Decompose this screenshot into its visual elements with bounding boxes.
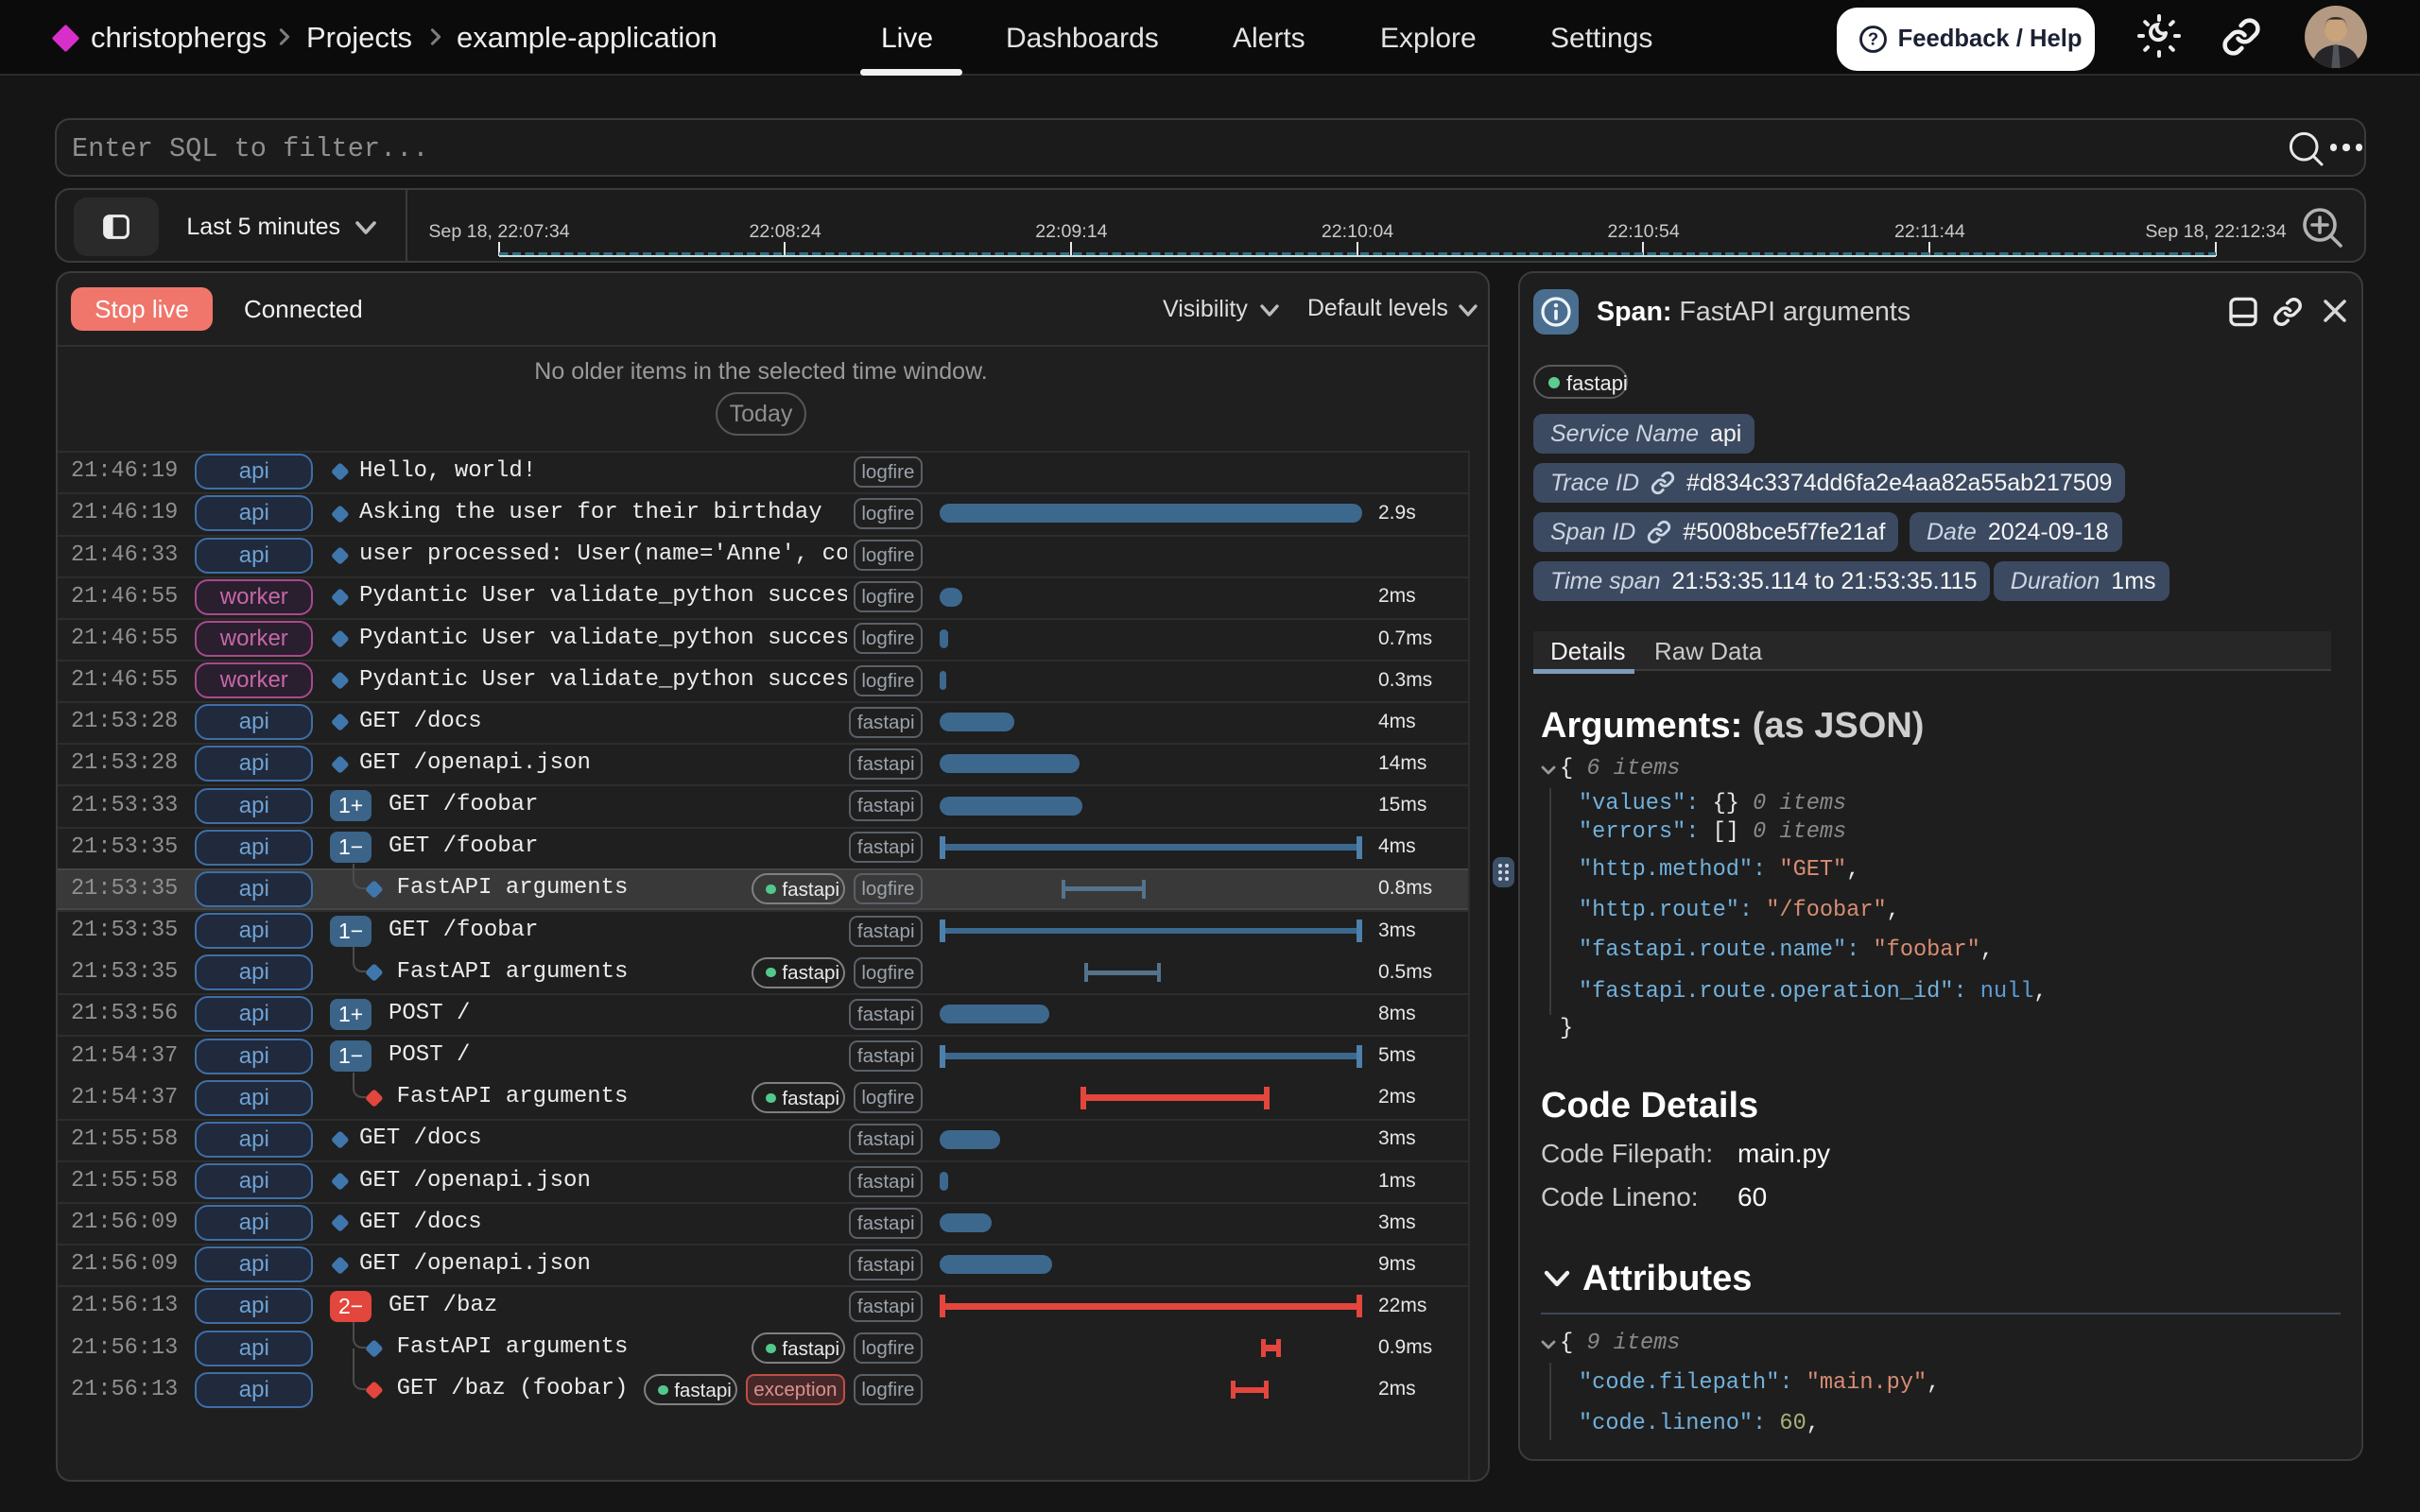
svg-text:?: ?	[1867, 29, 1877, 49]
